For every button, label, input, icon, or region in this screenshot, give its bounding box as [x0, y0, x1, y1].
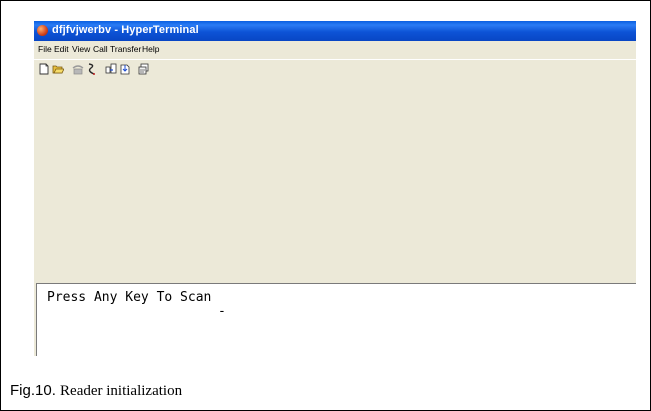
hyperterminal-window: dfjfvjwerbv - HyperTerminal File Edit Vi…: [34, 21, 636, 356]
figure-caption: Fig.10. Reader initialization: [10, 382, 182, 400]
terminal-output-line: Press Any Key To Scan: [47, 290, 212, 305]
menu-edit[interactable]: Edit: [54, 44, 69, 54]
properties-icon[interactable]: [138, 63, 150, 75]
receive-file-icon[interactable]: [119, 63, 131, 75]
figure-number: Fig.10.: [10, 382, 56, 399]
menu-transfer[interactable]: Transfer: [110, 44, 141, 54]
workspace-background: [34, 80, 636, 283]
title-bar[interactable]: dfjfvjwerbv - HyperTerminal: [34, 21, 636, 41]
terminal-cursor: -: [218, 304, 226, 319]
figure-caption-text: Reader initialization: [60, 383, 183, 399]
disconnect-icon[interactable]: [86, 63, 98, 75]
menu-call[interactable]: Call: [93, 44, 108, 54]
toolbar: [34, 59, 636, 80]
figure-frame: dfjfvjwerbv - HyperTerminal File Edit Vi…: [0, 0, 651, 411]
send-file-icon[interactable]: [105, 63, 117, 75]
hyperterminal-app-icon: [37, 25, 48, 36]
menu-bar: File Edit View Call Transfer Help: [34, 42, 636, 58]
new-document-icon[interactable]: [38, 63, 50, 75]
menu-file[interactable]: File: [38, 44, 52, 54]
window-title: dfjfvjwerbv - HyperTerminal: [52, 24, 199, 36]
menu-help[interactable]: Help: [142, 44, 159, 54]
open-folder-icon[interactable]: [52, 63, 64, 75]
terminal-area[interactable]: Press Any Key To Scan -: [36, 283, 636, 356]
menu-view[interactable]: View: [72, 44, 90, 54]
phone-call-icon[interactable]: [72, 63, 84, 75]
